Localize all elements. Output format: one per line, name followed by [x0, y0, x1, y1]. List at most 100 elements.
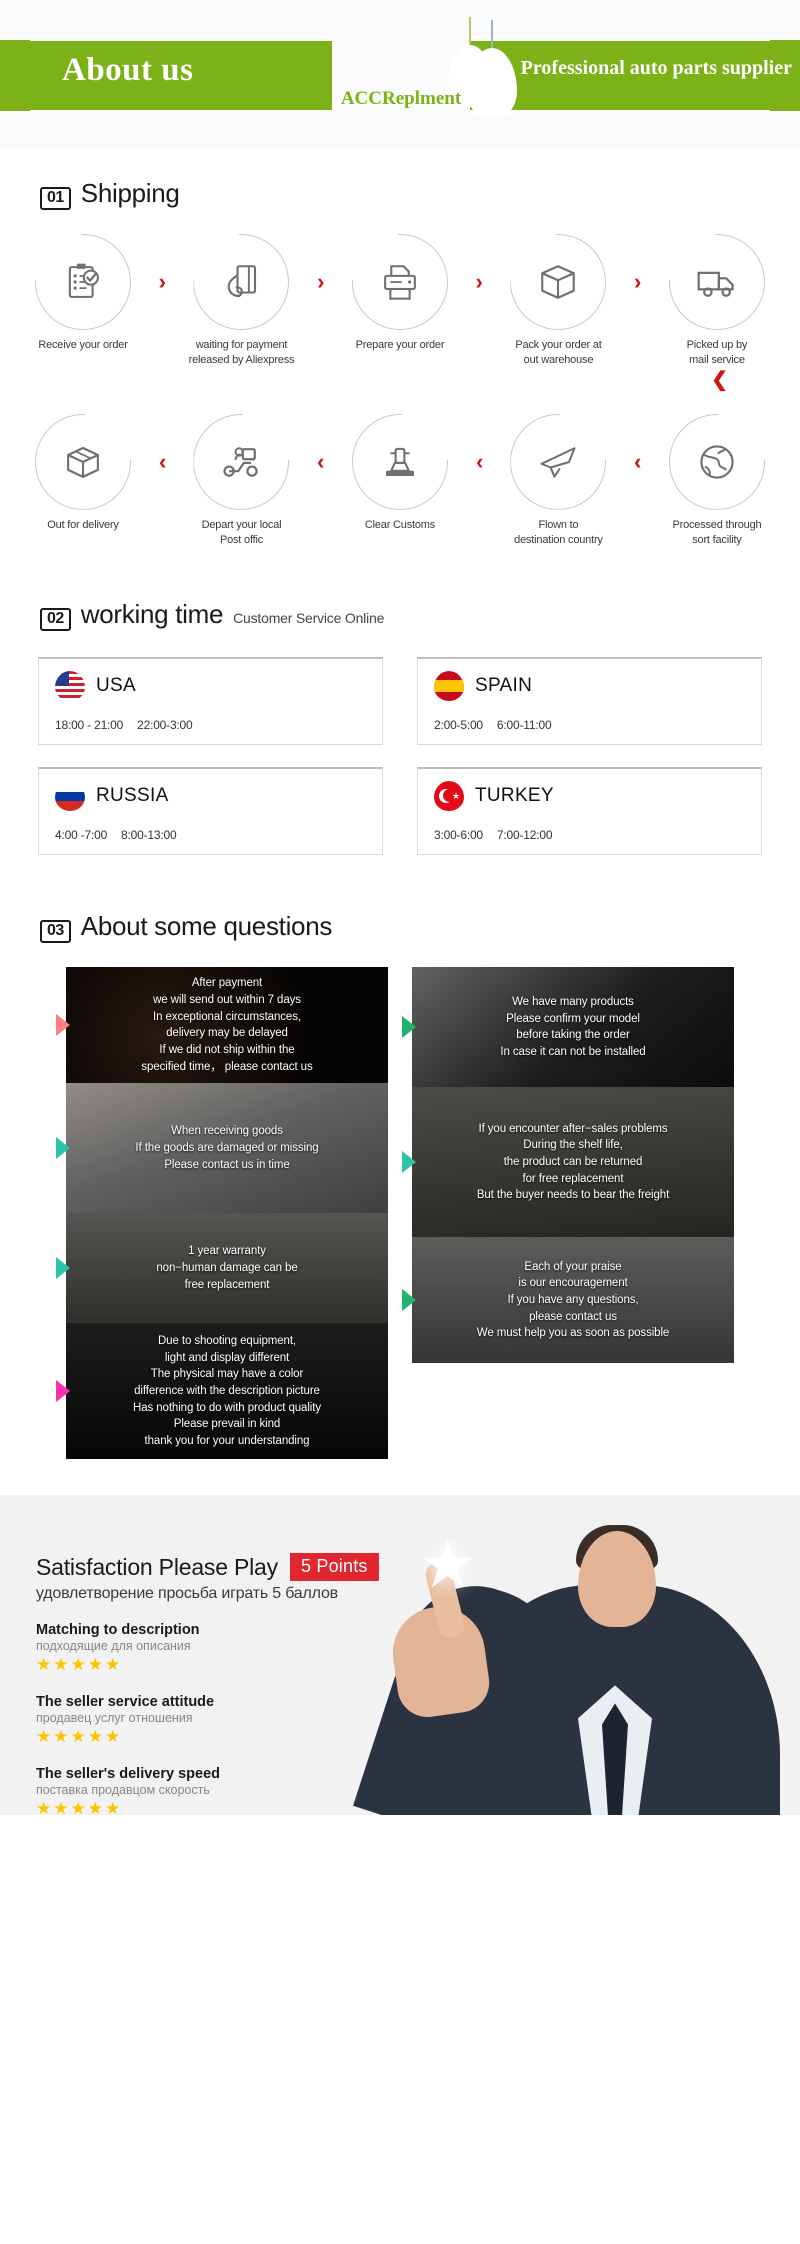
shipping-step: Receive your order: [22, 234, 144, 353]
questions-right-column: We have many products Please confirm your…: [402, 967, 734, 1364]
shipping-step: Processed through sort facility: [656, 413, 778, 548]
working-time-grid: USA 18:00 - 21:00 22:00-3:00 SPAIN 2:00-5…: [0, 631, 800, 856]
question-card: Due to shooting equipment, light and disp…: [56, 1323, 388, 1460]
arrow-marker-icon: [402, 1289, 416, 1312]
points-badge: 5 Points: [289, 1553, 379, 1582]
box-icon: [541, 265, 576, 299]
rating-label-ru: подходящие для описания: [36, 1639, 191, 1654]
chevron-right-icon: ›: [634, 269, 642, 294]
page-header: About us Professional auto parts supplie…: [0, 0, 800, 150]
rating-item: Matching to description подходящие для о…: [36, 1622, 800, 1675]
globe-icon: [700, 445, 734, 479]
rating-label-en: The seller's delivery speed: [36, 1766, 220, 1783]
step-label: Out for delivery: [47, 518, 119, 531]
chevron-right-icon: ›: [158, 269, 166, 294]
time-card-usa: USA 18:00 - 21:00 22:00-3:00: [38, 657, 383, 746]
satisfaction-section: ★ Satisfaction Please Play 5 Points удов…: [0, 1495, 800, 1816]
shipping-section-number: 01: [40, 187, 71, 210]
question-text: After payment we will send out within 7 d…: [141, 977, 313, 1073]
working-time-section-subtitle: Customer Service Online: [233, 610, 385, 627]
flag-russia-icon: [55, 781, 85, 812]
step-label: Picked up by mail service: [686, 339, 748, 366]
arrow-marker-icon: [402, 1151, 416, 1174]
time-range: 22:00-3:00: [137, 718, 193, 733]
flag-turkey-icon: ★: [434, 781, 464, 812]
customs-stamp-icon: [385, 447, 414, 476]
flag-usa-icon: [55, 671, 85, 702]
step-label: waiting for payment released by Aliexpres…: [188, 339, 295, 366]
chevron-left-icon: ›: [158, 448, 166, 474]
truck-icon: [697, 271, 734, 297]
question-card: We have many products Please confirm your…: [402, 967, 734, 1088]
working-hours: 3:00-6:00 7:00-12:00: [434, 828, 745, 842]
rating-label-en: The seller service attitude: [36, 1694, 215, 1711]
question-card: If you encounter after−sales problems Dur…: [402, 1087, 734, 1238]
questions-section-title: 03 About some questions: [0, 911, 800, 944]
time-range: 3:00-6:00: [434, 828, 483, 843]
hand-card-icon: [228, 265, 257, 298]
question-text: 1 year warranty non−human damage can be fr…: [156, 1245, 298, 1291]
shipping-step: Prepare your order: [339, 234, 461, 353]
time-range: 7:00-12:00: [496, 828, 553, 843]
chevron-down-icon: ❮: [711, 368, 728, 391]
question-text: We have many products Please confirm your…: [500, 996, 646, 1059]
open-box-icon: [67, 446, 99, 478]
shipping-step: Pack your order at out warehouse: [497, 234, 619, 368]
working-time-section-title: 02 working time Customer Service Online: [0, 599, 800, 632]
rating-item: The seller's delivery speed поставка про…: [36, 1766, 800, 1815]
chevron-left-icon: ›: [475, 448, 483, 474]
time-range: 18:00 - 21:00: [55, 718, 124, 733]
time-card-russia: RUSSIA 4:00 -7:00 8:00-13:00: [38, 767, 383, 856]
question-card: When receiving goods If the goods are dam…: [56, 1083, 388, 1214]
working-hours: 2:00-5:00 6:00-11:00: [434, 718, 745, 732]
country-name: USA: [96, 675, 136, 697]
working-time-section-label: working time: [80, 599, 224, 630]
rating-label-ru: поставка продавцом скорость: [36, 1783, 210, 1798]
arrow-marker-icon: [56, 1014, 70, 1037]
question-text: If you encounter after−sales problems Dur…: [476, 1122, 670, 1202]
chevron-right-icon: ›: [317, 269, 325, 294]
time-range: 8:00-13:00: [121, 828, 177, 843]
shipping-step: Picked up by mail service: [656, 234, 778, 368]
question-text: When receiving goods If the goods are dam…: [135, 1125, 319, 1171]
time-range: 4:00 -7:00: [55, 828, 108, 843]
arrow-marker-icon: [56, 1137, 70, 1160]
question-card: 1 year warranty non−human damage can be fr…: [56, 1213, 388, 1324]
step-label: Flown to destination country: [514, 518, 603, 546]
star-rating-icon: ★★★★★: [36, 1799, 123, 1816]
questions-section-label: About some questions: [80, 911, 333, 942]
star-rating-icon: ★★★★★: [36, 1655, 123, 1675]
scooter-delivery-icon: [223, 446, 259, 477]
country-name: TURKEY: [475, 785, 554, 807]
time-card-turkey: ★ TURKEY 3:00-6:00 7:00-12:00: [417, 767, 762, 856]
shipping-section: 01 Shipping Receive your order › waiting…: [0, 150, 800, 547]
step-label: Receive your order: [38, 339, 128, 351]
chevron-right-icon: ›: [475, 269, 483, 294]
flag-spain-icon: [434, 671, 464, 702]
questions-columns: After payment we will send out within 7 d…: [0, 943, 800, 1460]
question-card: After payment we will send out within 7 d…: [56, 967, 388, 1084]
questions-section-number: 03: [40, 920, 71, 944]
clipboard-check-icon: [68, 263, 99, 298]
time-card-spain: SPAIN 2:00-5:00 6:00-11:00: [417, 657, 762, 746]
satisfaction-subtitle: удовлетворение просьба играть 5 баллов: [36, 1585, 338, 1603]
working-time-section-number: 02: [40, 608, 71, 632]
step-label: Depart your local Post offic: [201, 518, 282, 546]
star-rating-icon: ★★★★★: [36, 1727, 123, 1747]
chevron-left-icon: ›: [634, 448, 642, 474]
country-name: RUSSIA: [96, 785, 169, 807]
step-label: Prepare your order: [355, 339, 445, 351]
questions-section: 03 About some questions After payment we …: [0, 855, 800, 1460]
brand-logo-text: ACCReplment: [340, 88, 462, 109]
shipping-row-1: Receive your order › waiting for payment…: [0, 234, 800, 368]
shipping-step: Clear Customs: [339, 413, 461, 533]
shipping-section-label: Shipping: [80, 178, 180, 208]
rating-label-en: Matching to description: [36, 1622, 200, 1639]
step-label: Processed through sort facility: [672, 518, 762, 546]
airplane-icon: [540, 446, 576, 478]
shipping-step: waiting for payment released by Aliexpres…: [180, 234, 302, 368]
rating-label-ru: продавец услуг отношения: [36, 1711, 193, 1726]
country-name: SPAIN: [475, 675, 533, 697]
step-label: Clear Customs: [364, 518, 436, 531]
working-hours: 4:00 -7:00 8:00-13:00: [55, 828, 366, 842]
